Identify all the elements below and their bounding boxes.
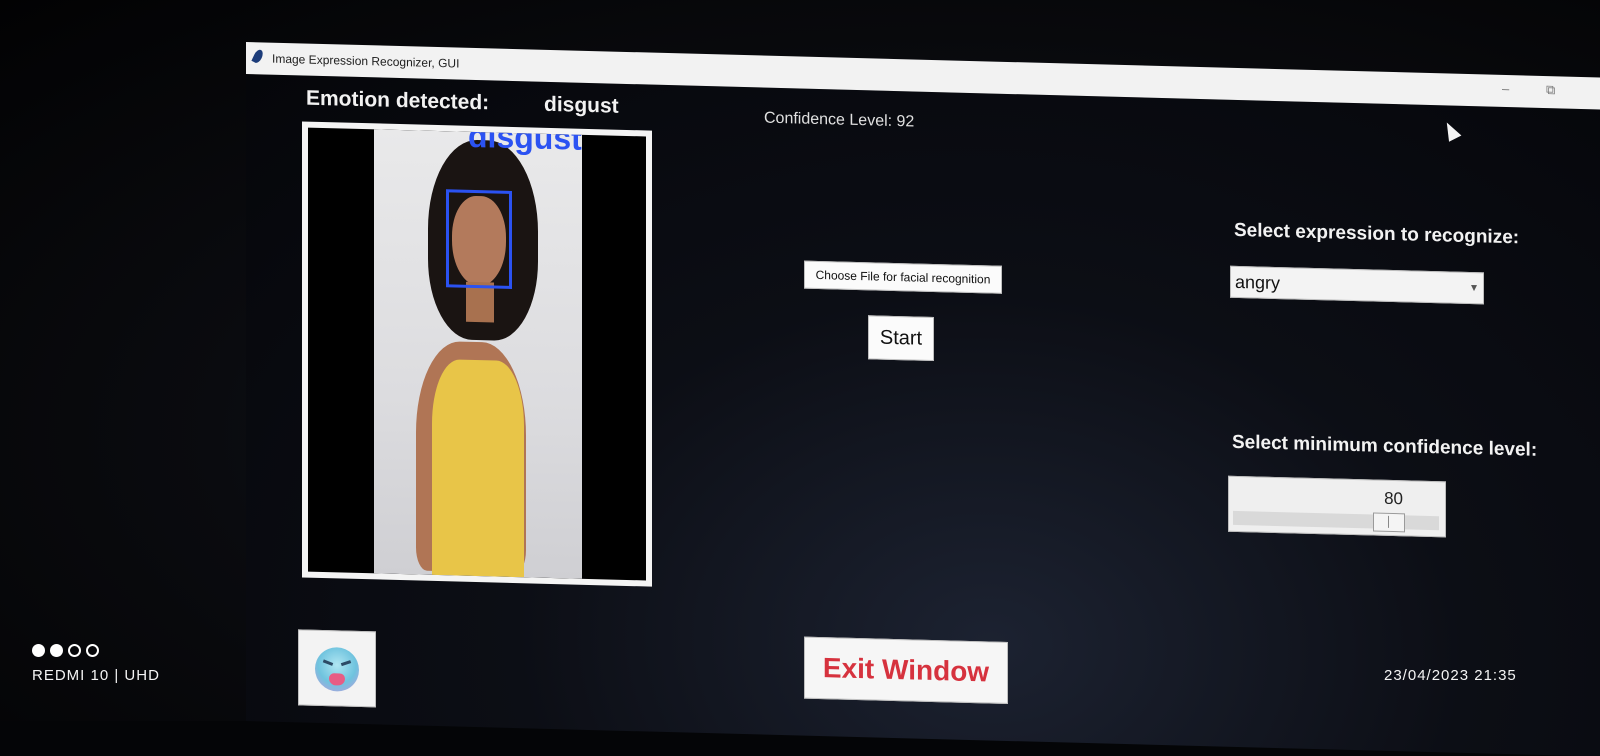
confidence-slider[interactable]: 80 <box>1228 475 1446 538</box>
portrait-photo: disgust <box>374 129 582 579</box>
expression-dropdown[interactable]: angry ▾ <box>1230 265 1484 305</box>
confidence-select-label: Select minimum confidence level: <box>1232 431 1538 461</box>
mouse-cursor-icon <box>1440 119 1462 142</box>
expression-select-label: Select expression to recognize: <box>1234 219 1520 249</box>
result-image: disgust <box>308 127 646 581</box>
emoji-button[interactable] <box>298 629 376 708</box>
image-emotion-overlay: disgust <box>468 129 582 157</box>
chevron-down-icon: ▾ <box>1470 280 1477 295</box>
emoji-eye-left <box>322 659 334 666</box>
face-bounding-box <box>446 189 512 289</box>
emoji-mouth <box>329 673 345 686</box>
app-window: Image Expression Recognizer, GUI – ⧉ Emo… <box>246 42 1600 756</box>
portrait-top <box>432 358 524 578</box>
window-title: Image Expression Recognizer, GUI <box>272 51 460 71</box>
expression-dropdown-value: angry <box>1235 271 1281 294</box>
result-image-panel: disgust <box>302 121 652 587</box>
main-panel: Emotion detected: disgust Confidence Lev… <box>246 74 1600 756</box>
tk-feather-icon <box>251 48 265 65</box>
exit-window-button[interactable]: Exit Window <box>804 636 1008 704</box>
camera-watermark-device: REDMI 10 | UHD <box>32 667 160 684</box>
emotion-detected-value: disgust <box>544 92 619 118</box>
confidence-level-readout: Confidence Level: 92 <box>764 109 915 131</box>
emoji-eye-right <box>340 660 352 667</box>
camera-watermark-datetime: 23/04/2023 21:35 <box>1384 667 1517 684</box>
choose-file-button[interactable]: Choose File for facial recognition <box>804 260 1002 294</box>
camera-dots-icon <box>32 644 104 662</box>
minimize-icon[interactable]: – <box>1502 81 1509 96</box>
confidence-slider-value: 80 <box>1384 488 1403 509</box>
start-button[interactable]: Start <box>868 315 934 362</box>
slider-trough[interactable] <box>1233 510 1439 531</box>
slider-handle[interactable] <box>1373 512 1405 533</box>
disgust-emoji-icon <box>315 646 359 692</box>
restore-icon[interactable]: ⧉ <box>1546 82 1555 98</box>
emotion-detected-label: Emotion detected: <box>306 86 490 115</box>
